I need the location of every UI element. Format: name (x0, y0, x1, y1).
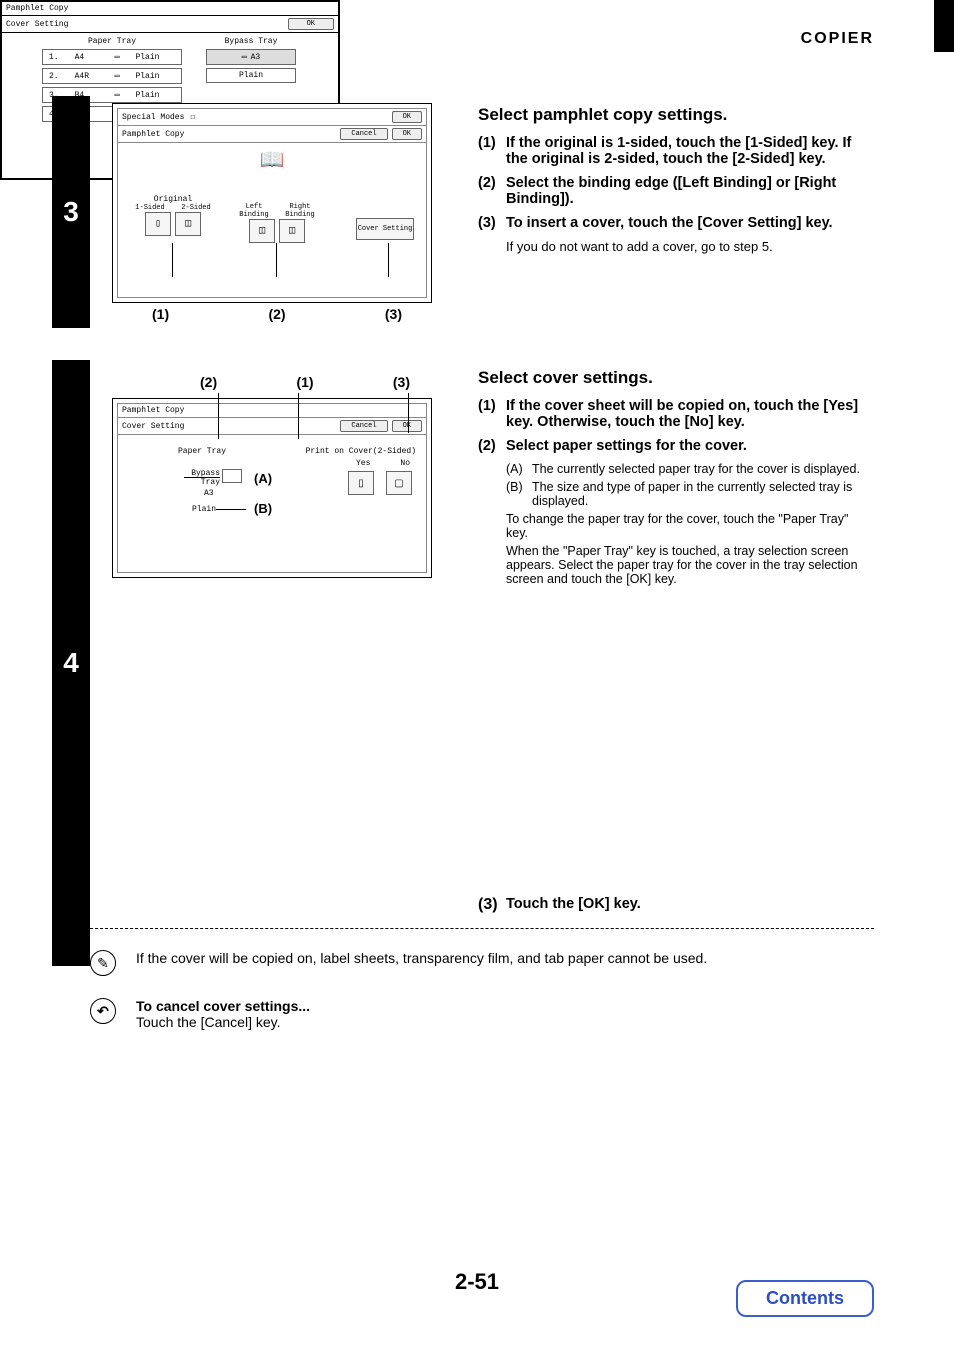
callout-3: (3) (385, 306, 402, 322)
section-title: COPIER (801, 30, 874, 48)
ok-4b-button[interactable]: OK (288, 18, 334, 30)
note-3-3: If you do not want to add a cover, go to… (506, 239, 863, 254)
step-number-3-bar: 3 (52, 96, 90, 328)
label-pamphlet-4a: Pamphlet Copy (122, 406, 184, 415)
text-4-2B: The size and type of paper in the curren… (532, 480, 863, 508)
label-2sided: 2-Sided (174, 204, 218, 212)
tray-row[interactable]: 1.A4▭Plain (42, 49, 182, 65)
label-original: Original (128, 195, 218, 204)
yes-button[interactable]: ▯ (348, 471, 374, 495)
step-number-4-bar: 4 (52, 360, 90, 966)
num-4-2: (2) (478, 438, 506, 454)
text-4-2: Select paper settings for the cover. (506, 438, 863, 454)
callout-2: (2) (268, 306, 285, 322)
label-left-binding: Left Binding (232, 203, 276, 219)
text-4-1: If the cover sheet will be copied on, to… (506, 398, 863, 430)
ok-4a-button[interactable]: OK (392, 420, 422, 432)
ok-button[interactable]: OK (392, 128, 422, 140)
bypass-type-row[interactable]: Plain (206, 68, 296, 83)
heading-step4: Select cover settings. (478, 368, 863, 388)
tray-row[interactable]: 2.A4R▭Plain (42, 68, 182, 84)
label-1sided: 1-Sided (128, 204, 172, 212)
label-pamphlet-4b: Pamphlet Copy (6, 4, 68, 13)
label-paper-tray: Paper Tray (178, 447, 226, 456)
cancel-button[interactable]: Cancel (340, 128, 387, 140)
num-4-3: (3) (478, 896, 506, 914)
instructions-step-3: Select pamphlet copy settings. (1)If the… (478, 105, 863, 254)
lbl-A: (A) (506, 462, 532, 476)
text-3-1: If the original is 1-sided, touch the [1… (506, 135, 863, 167)
heading-step3: Select pamphlet copy settings. (478, 105, 863, 125)
text-3-3: To insert a cover, touch the [Cover Sett… (506, 215, 833, 231)
label-right-binding: Right Binding (278, 203, 322, 219)
label-pamphlet-copy: Pamphlet Copy (122, 130, 184, 139)
text-4-3: Touch the [OK] key. (506, 896, 863, 914)
instructions-step-4: Select cover settings. (1)If the cover s… (478, 368, 863, 590)
step-number-4: 4 (52, 360, 90, 966)
cancel-body: Touch the [Cancel] key. (136, 1014, 310, 1030)
corner-marker (934, 0, 954, 52)
text-4-2A: The currently selected paper tray for th… (532, 462, 860, 476)
label-plain: Plain (192, 505, 216, 514)
num-3-2: (2) (478, 175, 506, 207)
note-row-1: ✎ If the cover will be copied on, label … (90, 950, 870, 976)
label-special-modes: Special Modes (122, 113, 184, 122)
note-row-cancel: ↶ To cancel cover settings... Touch the … (90, 998, 870, 1030)
cancel-icon: ↶ (90, 998, 116, 1024)
cancel-4a-button[interactable]: Cancel (340, 420, 387, 432)
separator-dashed (80, 928, 874, 929)
label-print-on-cover: Print on Cover(2-Sided) (306, 447, 416, 456)
row-cover-setting-4a: Cover Setting Cancel OK (118, 418, 426, 435)
callout-1: (1) (152, 306, 169, 322)
callout4-2: (2) (200, 374, 217, 390)
num-3-1: (1) (478, 135, 506, 167)
right-binding-button[interactable]: ◫ (279, 219, 305, 243)
label-a3: A3 (204, 489, 214, 498)
cover-setting-button[interactable]: Cover Setting (356, 218, 414, 240)
two-sided-button[interactable]: ◫ (175, 212, 201, 236)
text-3-2: Select the binding edge ([Left Binding] … (506, 175, 863, 207)
callout4-1: (1) (296, 374, 313, 390)
callout4-3: (3) (393, 374, 410, 390)
cancel-heading: To cancel cover settings... (136, 998, 310, 1014)
screen-cover-setting: Pamphlet Copy Cover Setting Cancel OK Pa… (112, 398, 432, 578)
row-pamphlet-4a: Pamphlet Copy (118, 404, 426, 418)
label-A: (A) (254, 471, 272, 486)
label-bypass-tray: Bypass Tray (170, 469, 220, 487)
bypass-size-row[interactable]: ▭A3 (206, 49, 296, 65)
pencil-icon: ✎ (90, 950, 116, 976)
num-3-3: (3) (478, 215, 506, 231)
label-cover-setting-4a: Cover Setting (122, 422, 184, 431)
bypass-tray-box[interactable] (222, 469, 242, 483)
label-cover-4b: Cover Setting (6, 20, 68, 29)
text-4-2p2: When the "Paper Tray" key is touched, a … (506, 544, 863, 586)
label-yes: Yes (356, 459, 370, 468)
label-B: (B) (254, 501, 272, 516)
label-no: No (400, 459, 410, 468)
lbl-B: (B) (506, 480, 532, 508)
left-binding-button[interactable]: ◫ (249, 219, 275, 243)
step-number-3: 3 (52, 96, 90, 328)
bypass-tray-header: Bypass Tray (206, 37, 296, 46)
paper-tray-header: Paper Tray (42, 37, 182, 46)
note-1-text: If the cover will be copied on, label sh… (136, 950, 707, 966)
row-special-modes: Special Modes ☐ OK (118, 109, 426, 126)
num-4-1: (1) (478, 398, 506, 430)
contents-button[interactable]: Contents (736, 1280, 874, 1317)
row-pamphlet-copy: Pamphlet Copy Cancel OK (118, 126, 426, 143)
no-button[interactable]: ▢ (386, 471, 412, 495)
book-icon: 📖 (260, 147, 285, 172)
screen-pamphlet-copy: Special Modes ☐ OK Pamphlet Copy Cancel … (112, 103, 432, 303)
text-4-2p1: To change the paper tray for the cover, … (506, 512, 863, 540)
one-sided-button[interactable]: ▯ (145, 212, 171, 236)
ok-button-top[interactable]: OK (392, 111, 422, 123)
